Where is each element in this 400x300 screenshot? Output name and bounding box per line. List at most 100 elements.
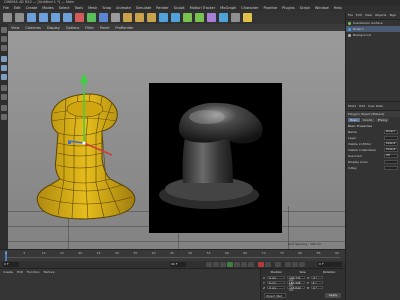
menu-help[interactable]: Help: [334, 6, 342, 10]
attribute-menu-user-data[interactable]: User Data: [368, 104, 383, 108]
position-field[interactable]: 0 cm: [267, 285, 286, 290]
go-to-start-button[interactable]: [206, 262, 212, 267]
end-frame-field[interactable]: 90 F: [170, 262, 186, 267]
axis-mode-icon[interactable]: [1, 85, 7, 91]
viewport-menu-filter[interactable]: Filter: [85, 26, 94, 30]
y-axis-icon[interactable]: [87, 13, 96, 22]
object-menu-tags[interactable]: Tags: [389, 13, 396, 17]
light-icon[interactable]: [243, 13, 252, 22]
rotation-field[interactable]: 0 °: [311, 275, 324, 280]
property-value[interactable]: Off: [384, 154, 398, 158]
object-menu-objects[interactable]: Objects: [375, 13, 386, 17]
x-axis-icon[interactable]: [75, 13, 84, 22]
size-field[interactable]: 133.042 cm: [287, 285, 306, 291]
menu-edit[interactable]: Edit: [14, 6, 21, 10]
record-button[interactable]: [258, 262, 264, 267]
object-item[interactable]: Background: [346, 32, 400, 38]
attribute-menu-edit[interactable]: Edit: [359, 104, 365, 108]
menu-select[interactable]: Select: [59, 6, 70, 10]
next-key-button[interactable]: [241, 262, 247, 267]
start-frame-field[interactable]: 0 F: [3, 262, 19, 267]
menu-modes[interactable]: Modes: [42, 6, 53, 10]
redo-icon[interactable]: [15, 13, 24, 22]
points-mode-icon[interactable]: [1, 56, 7, 62]
material-menu-create[interactable]: Create: [3, 270, 13, 274]
viewport-menu-view[interactable]: View: [11, 26, 19, 30]
attribute-menu-mode[interactable]: Mode: [348, 104, 356, 108]
property-value[interactable]: [384, 160, 398, 164]
move-icon[interactable]: [39, 13, 48, 22]
autokey-button[interactable]: [265, 262, 271, 267]
menu-render[interactable]: Render: [156, 6, 168, 10]
viewport-menu-cameras[interactable]: Cameras: [25, 26, 41, 30]
viewport-menu-prorender[interactable]: ProRender: [115, 26, 133, 30]
coordinate-mode-select[interactable]: Object (Rel): [264, 293, 286, 298]
menu-window[interactable]: Window: [315, 6, 329, 10]
rotation-key-button[interactable]: [299, 262, 305, 267]
menu-motion-tracker[interactable]: Motion Tracker: [190, 6, 216, 10]
move-gizmo[interactable]: [48, 71, 118, 161]
subdivision-icon[interactable]: [183, 13, 192, 22]
menu-sculpt[interactable]: Sculpt: [174, 6, 185, 10]
size-field[interactable]: 132.771 cm: [287, 275, 306, 281]
render-view-icon[interactable]: [123, 13, 132, 22]
position-key-button[interactable]: [285, 262, 291, 267]
position-field[interactable]: 0 cm: [266, 280, 285, 285]
property-value[interactable]: Bollard: [384, 130, 398, 134]
keyframe-selection-button[interactable]: [275, 262, 281, 267]
model-mode-icon[interactable]: [1, 27, 7, 33]
menu-file[interactable]: File: [3, 6, 9, 10]
pen-icon[interactable]: [171, 13, 180, 22]
rotation-field[interactable]: 0 °: [310, 280, 323, 285]
rotation-field[interactable]: 0 °: [311, 285, 324, 290]
timeline-ruler[interactable]: 0 5 10 15 20 25 30 35 40 45 50 55 60 65 70 75 80 85 90: [0, 249, 345, 261]
camera-icon[interactable]: [231, 13, 240, 22]
polygons-mode-icon[interactable]: [1, 74, 7, 80]
material-menu-edit[interactable]: Edit: [17, 270, 23, 274]
undo-icon[interactable]: [3, 13, 12, 22]
go-to-end-button[interactable]: [248, 262, 254, 267]
size-field[interactable]: 186.328 cm: [286, 280, 305, 286]
apply-button[interactable]: Apply: [325, 293, 341, 298]
menu-pipeline[interactable]: Pipeline: [263, 6, 277, 10]
menu-script[interactable]: Script: [300, 6, 310, 10]
property-value[interactable]: Default: [384, 148, 398, 152]
object-menu-edit[interactable]: Edit: [356, 13, 362, 17]
scale-icon[interactable]: [51, 13, 60, 22]
deformer-icon[interactable]: [207, 13, 216, 22]
edges-mode-icon[interactable]: [1, 65, 7, 71]
rotate-icon[interactable]: [63, 13, 72, 22]
menu-snap[interactable]: Snap: [102, 6, 111, 10]
scale-key-button[interactable]: [292, 262, 298, 267]
render-picture-viewer-icon[interactable]: [135, 13, 144, 22]
array-icon[interactable]: [195, 13, 204, 22]
previous-frame-button[interactable]: [220, 262, 226, 267]
object-menu-file[interactable]: File: [348, 13, 353, 17]
viewport-menu-display[interactable]: Display: [47, 26, 60, 30]
play-button[interactable]: [227, 262, 233, 267]
menu-plugins[interactable]: Plugins: [282, 6, 295, 10]
menu-character[interactable]: Character: [241, 6, 258, 10]
tab-phong[interactable]: Phong: [375, 118, 390, 122]
material-menu-texture[interactable]: Texture: [44, 270, 55, 274]
viewport-menu-panel[interactable]: Panel: [100, 26, 109, 30]
floor-icon[interactable]: [219, 13, 228, 22]
current-frame-field[interactable]: 0 F: [318, 262, 342, 267]
tab-coord[interactable]: Coord.: [360, 118, 375, 122]
menu-simulate[interactable]: Simulate: [136, 6, 151, 10]
menu-mograph[interactable]: MoGraph: [220, 6, 236, 10]
render-settings-icon[interactable]: [147, 13, 156, 22]
tab-basic[interactable]: Basic: [348, 118, 360, 122]
material-menu-function[interactable]: Function: [27, 270, 40, 274]
perspective-viewport[interactable]: Grid Spacing : 100 cm: [8, 31, 345, 249]
next-frame-button[interactable]: [234, 262, 240, 267]
snapping-icon[interactable]: [1, 105, 7, 111]
menu-animate[interactable]: Animate: [116, 6, 131, 10]
menu-create[interactable]: Create: [26, 6, 38, 10]
property-value[interactable]: [384, 166, 398, 170]
menu-mesh[interactable]: Mesh: [88, 6, 97, 10]
interactive-render-region[interactable]: [149, 83, 282, 233]
menu-tools[interactable]: Tools: [74, 6, 83, 10]
viewport-menu-options[interactable]: Options: [66, 26, 80, 30]
cube-icon[interactable]: [159, 13, 168, 22]
